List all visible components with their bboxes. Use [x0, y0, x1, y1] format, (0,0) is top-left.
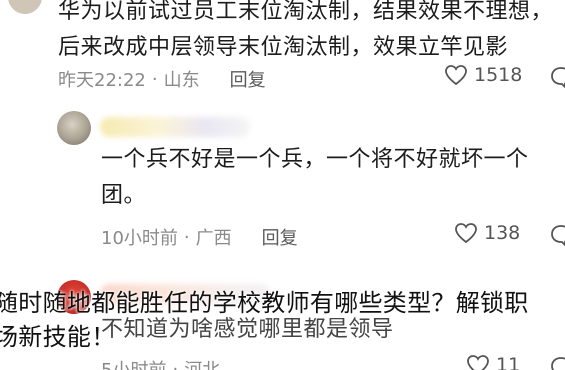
comment-icon[interactable] — [550, 66, 565, 88]
location: 河北 — [184, 356, 220, 370]
comment-line: 团。 — [101, 183, 147, 208]
avatar[interactable] — [57, 111, 91, 145]
heart-icon — [467, 355, 489, 370]
like-count: 138 — [484, 222, 521, 244]
like-count: 11 — [496, 354, 521, 370]
reply-button[interactable]: 回复 — [262, 224, 298, 250]
separator: · — [172, 358, 179, 370]
comment-text: 华为以前试过员工末位淘汰制，结果效果不理想， 后来改成中层领导末位淘汰制，效果立… — [58, 0, 553, 66]
comment-icon[interactable] — [550, 224, 565, 246]
username-blurred[interactable] — [100, 117, 250, 137]
like-count: 1518 — [474, 64, 523, 86]
comment-meta: 5小时前 · 河北 — [101, 356, 220, 370]
overlay-caption: 随时随地都能胜任的学校教师有哪些类型？解锁职 场新技能！ — [0, 286, 565, 354]
comment-line: 一个兵不好是一个兵，一个将不好就坏一个 — [101, 147, 529, 172]
comment-line: 后来改成中层领导末位淘汰制，效果立竿见影 — [58, 35, 509, 60]
comment-line: 华为以前试过员工末位淘汰制，结果效果不理想， — [58, 0, 554, 24]
timestamp: 5小时前 — [101, 356, 166, 370]
comment-meta: 10小时前 · 广西 回复 — [101, 224, 298, 250]
separator: · — [151, 68, 158, 90]
like-button[interactable]: 1518 — [444, 64, 522, 86]
timestamp: 10小时前 — [101, 228, 178, 249]
comment-text: 一个兵不好是一个兵，一个将不好就坏一个 团。 — [101, 142, 529, 214]
separator: · — [183, 226, 190, 248]
timestamp: 昨天22:22 — [58, 70, 146, 91]
like-button[interactable]: 11 — [466, 354, 520, 370]
avatar[interactable] — [8, 0, 42, 14]
overlay-line: 场新技能！ — [0, 323, 116, 351]
comment-icon[interactable] — [550, 356, 565, 370]
comment-meta: 昨天22:22 · 山东 回复 — [58, 66, 266, 92]
like-button[interactable]: 138 — [454, 222, 520, 244]
overlay-line: 随时随地都能胜任的学校教师有哪些类型？解锁职 — [0, 289, 529, 317]
reply-button[interactable]: 回复 — [230, 66, 266, 92]
location: 广西 — [195, 228, 232, 249]
heart-icon — [455, 223, 477, 244]
heart-icon — [445, 65, 467, 86]
location: 山东 — [163, 70, 200, 91]
